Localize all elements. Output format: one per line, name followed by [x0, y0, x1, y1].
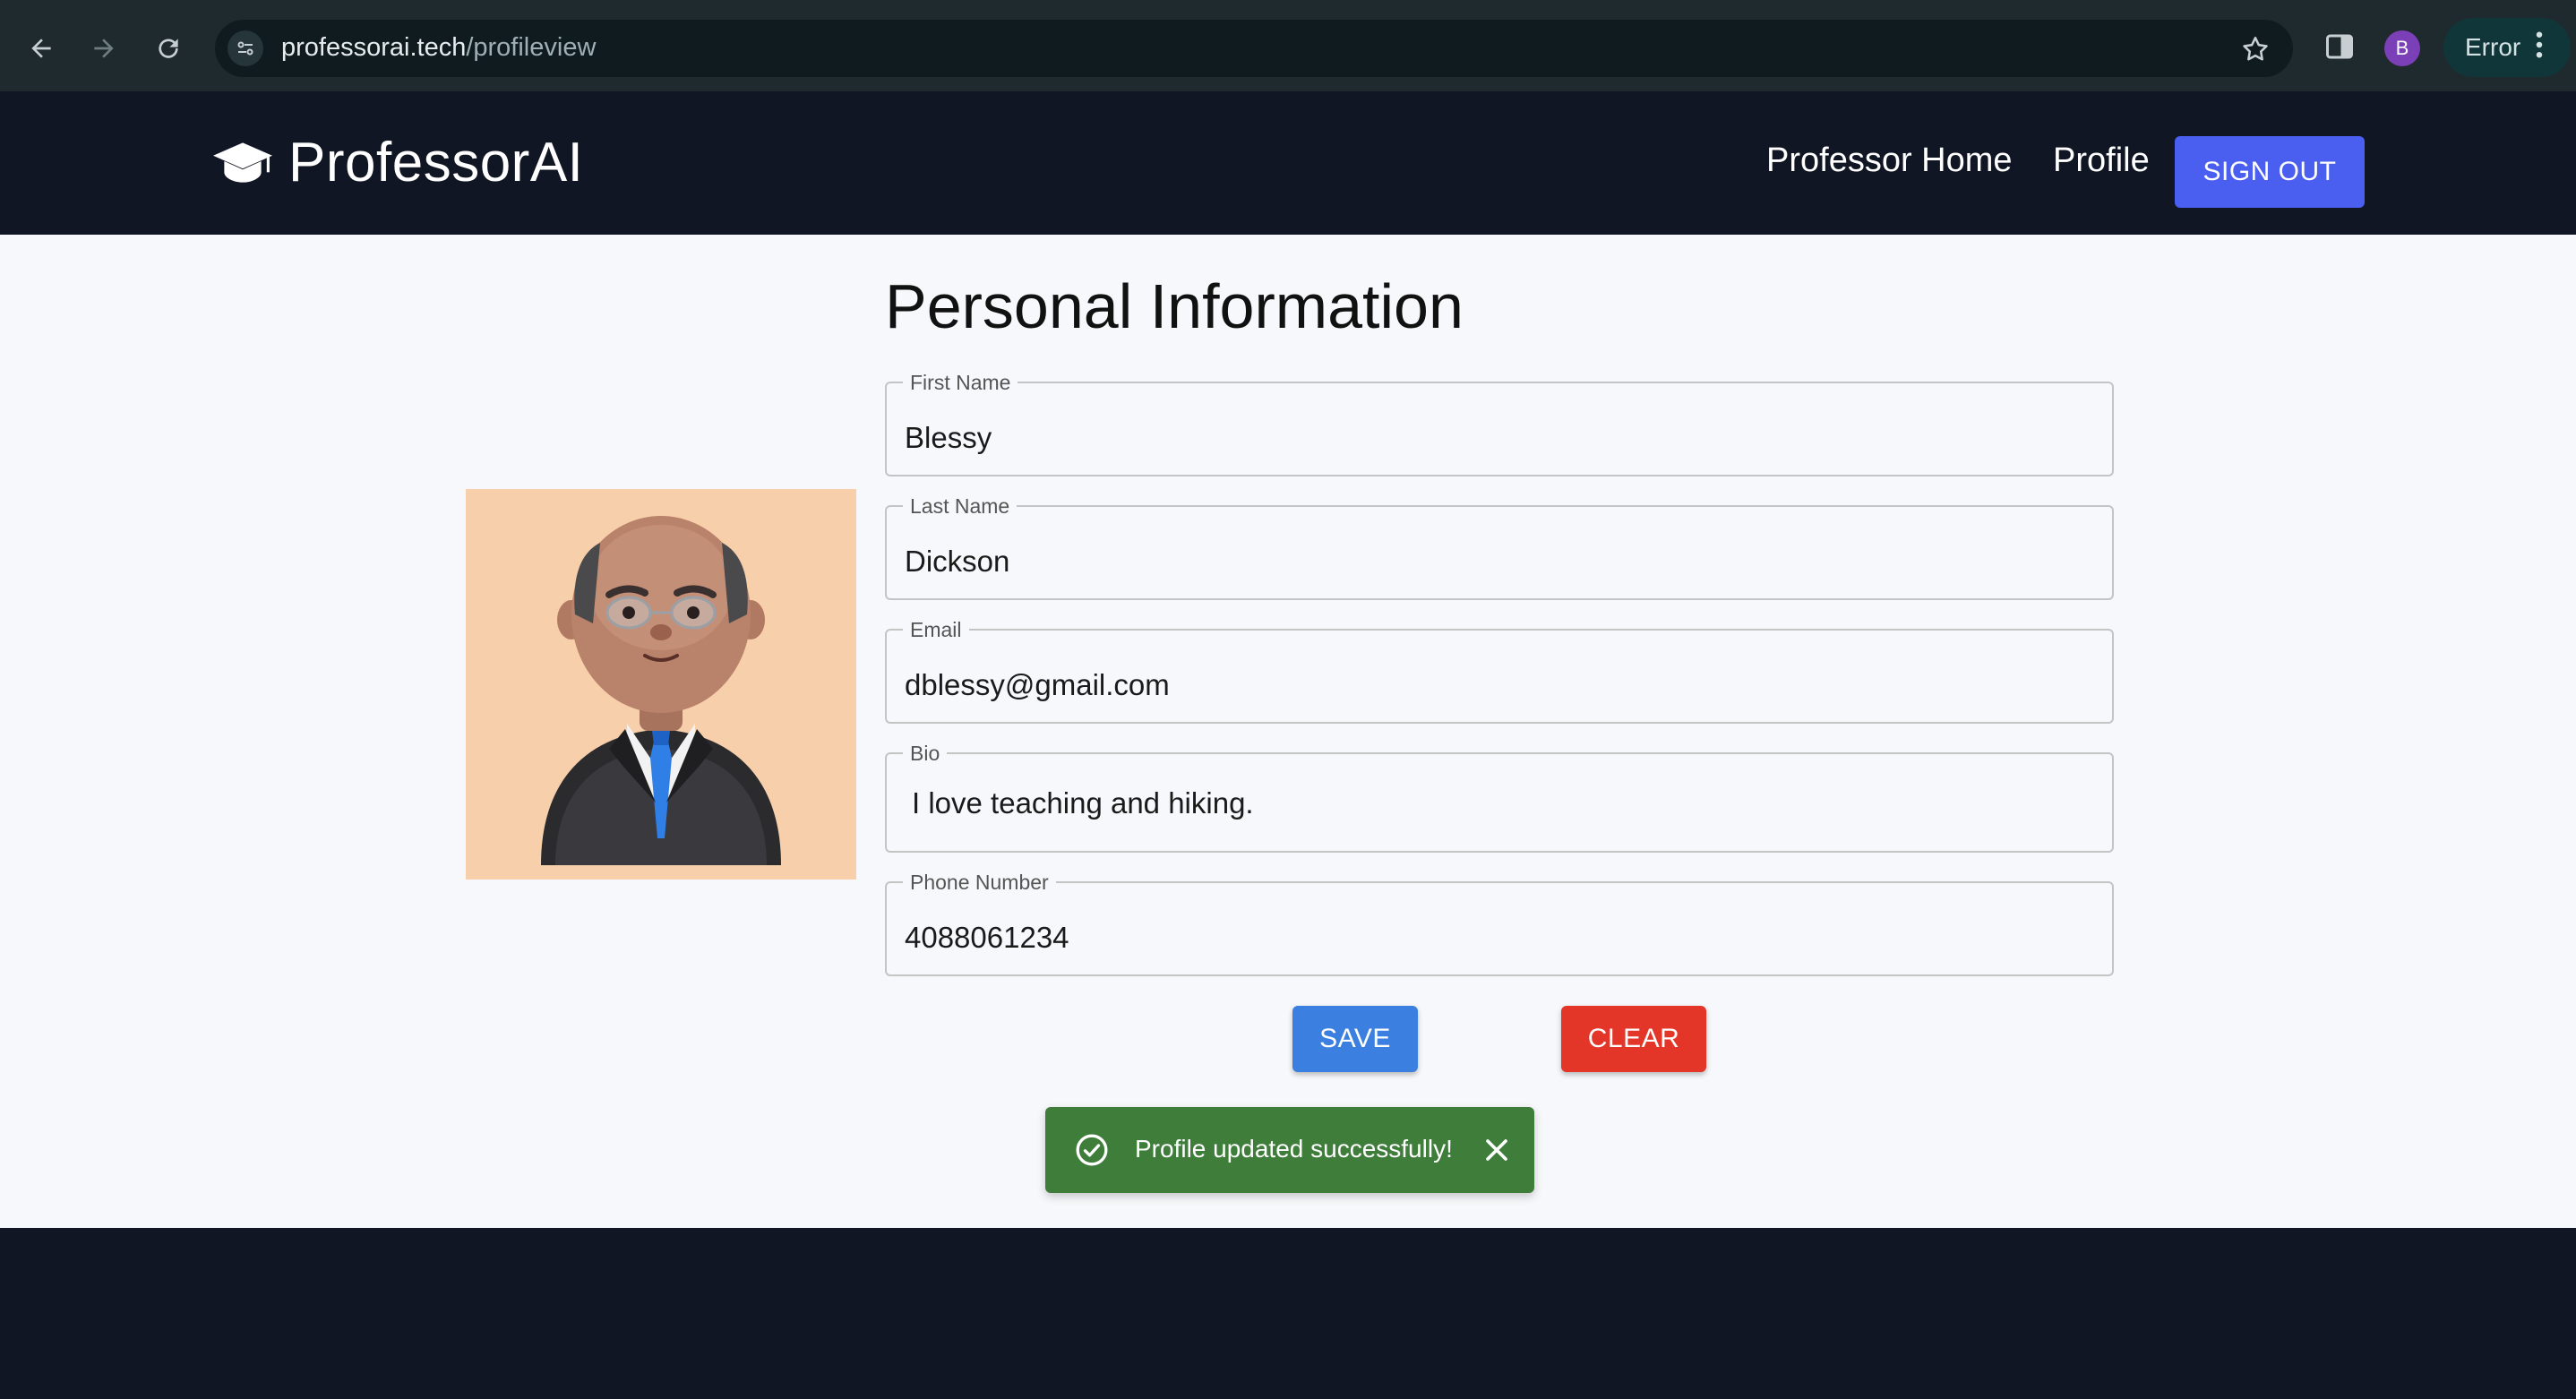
- bio-field[interactable]: Bio I love teaching and hiking.: [885, 742, 2114, 853]
- phone-number-field[interactable]: Phone Number 4088061234: [885, 871, 2114, 976]
- site-settings-icon[interactable]: [228, 30, 263, 66]
- success-toast: Profile updated successfully!: [1045, 1107, 1534, 1193]
- save-button[interactable]: SAVE: [1292, 1006, 1418, 1072]
- clear-button[interactable]: CLEAR: [1561, 1006, 1706, 1072]
- page-footer: [0, 1228, 2576, 1399]
- url-path: /profileview: [466, 33, 597, 62]
- back-arrow-icon[interactable]: [18, 25, 64, 72]
- app-header: ProfessorAI Professor Home Profile SIGN …: [0, 91, 2576, 235]
- graduation-cap-icon: [213, 142, 272, 183]
- profile-avatar[interactable]: B: [2384, 30, 2420, 66]
- brand-name: ProfessorAI: [288, 132, 584, 193]
- more-vert-icon[interactable]: [2535, 31, 2544, 64]
- brand-logo[interactable]: ProfessorAI: [213, 131, 583, 194]
- email-value[interactable]: dblessy@gmail.com: [905, 668, 1170, 702]
- last-name-value[interactable]: Dickson: [905, 545, 1009, 579]
- phone-number-label: Phone Number: [903, 871, 1056, 895]
- reload-icon[interactable]: [145, 25, 192, 72]
- side-panel-icon[interactable]: [2323, 30, 2356, 63]
- profile-page: Personal Information First Name Blessy L…: [0, 235, 2576, 1228]
- email-field[interactable]: Email dblessy@gmail.com: [885, 618, 2114, 724]
- nav-professor-home[interactable]: Professor Home: [1766, 142, 2013, 180]
- bookmark-star-icon[interactable]: [2237, 31, 2273, 67]
- browser-toolbar: professorai.tech/profileview B Error: [0, 0, 2576, 91]
- url-text: professorai.tech/profileview: [281, 33, 596, 63]
- address-bar[interactable]: professorai.tech/profileview: [215, 20, 2293, 77]
- url-host: professorai.tech: [281, 33, 467, 62]
- first-name-field[interactable]: First Name Blessy: [885, 371, 2114, 476]
- email-label: Email: [903, 618, 969, 642]
- sign-out-button[interactable]: SIGN OUT: [2175, 136, 2365, 208]
- toast-message: Profile updated successfully!: [1135, 1135, 1453, 1163]
- error-label: Error: [2465, 33, 2521, 61]
- nav-profile[interactable]: Profile: [2053, 142, 2150, 180]
- profile-avatar-image: [466, 489, 856, 880]
- bio-label: Bio: [903, 742, 948, 766]
- forward-arrow-icon[interactable]: [81, 25, 127, 72]
- first-name-value[interactable]: Blessy: [905, 421, 992, 455]
- close-icon[interactable]: [1479, 1132, 1515, 1168]
- first-name-label: First Name: [903, 371, 1018, 395]
- last-name-field[interactable]: Last Name Dickson: [885, 494, 2114, 600]
- check-circle-icon: [1076, 1134, 1108, 1166]
- error-chip[interactable]: Error: [2443, 18, 2571, 77]
- last-name-label: Last Name: [903, 494, 1018, 519]
- page-title: Personal Information: [885, 271, 1464, 341]
- bio-value[interactable]: I love teaching and hiking.: [912, 786, 1254, 820]
- phone-number-value[interactable]: 4088061234: [905, 921, 1069, 955]
